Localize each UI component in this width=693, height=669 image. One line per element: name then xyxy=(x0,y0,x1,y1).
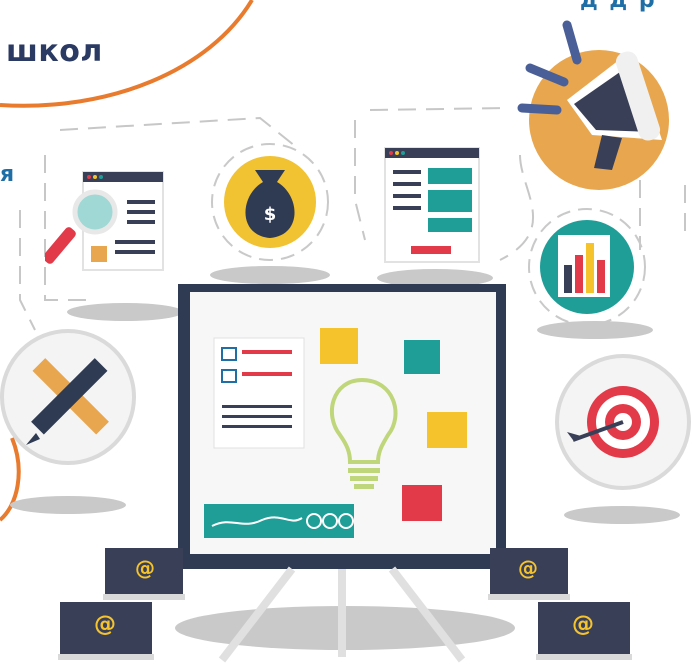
target-icon xyxy=(555,354,691,490)
laptop: @ xyxy=(103,546,185,604)
at-sign-icon: @ xyxy=(94,612,116,637)
laptop: @ xyxy=(488,546,570,604)
checklist-card xyxy=(213,337,305,449)
web-layout-icon xyxy=(384,147,480,263)
sticky-note xyxy=(320,328,358,364)
sticky-note xyxy=(404,340,440,374)
cropped-text-top: д д р xyxy=(580,0,657,13)
megaphone-icon xyxy=(517,20,669,190)
pencil-ruler-icon xyxy=(0,329,136,465)
bar-chart-icon xyxy=(528,208,646,326)
sticky-note xyxy=(427,412,467,448)
magnifier-document-icon xyxy=(45,171,164,271)
presentation-board xyxy=(178,284,506,663)
sticky-note xyxy=(402,485,442,521)
at-sign-icon: @ xyxy=(572,612,594,637)
at-sign-icon: @ xyxy=(518,556,538,580)
laptop: @ xyxy=(536,600,632,664)
at-sign-icon: @ xyxy=(135,556,155,580)
stats-strip xyxy=(204,504,354,538)
laptop: @ xyxy=(58,600,154,664)
money-symbol: $ xyxy=(264,204,277,225)
cropped-text-left: я xyxy=(0,162,15,187)
page-heading: школ xyxy=(6,34,103,69)
money-bag-icon: $ xyxy=(211,143,329,261)
